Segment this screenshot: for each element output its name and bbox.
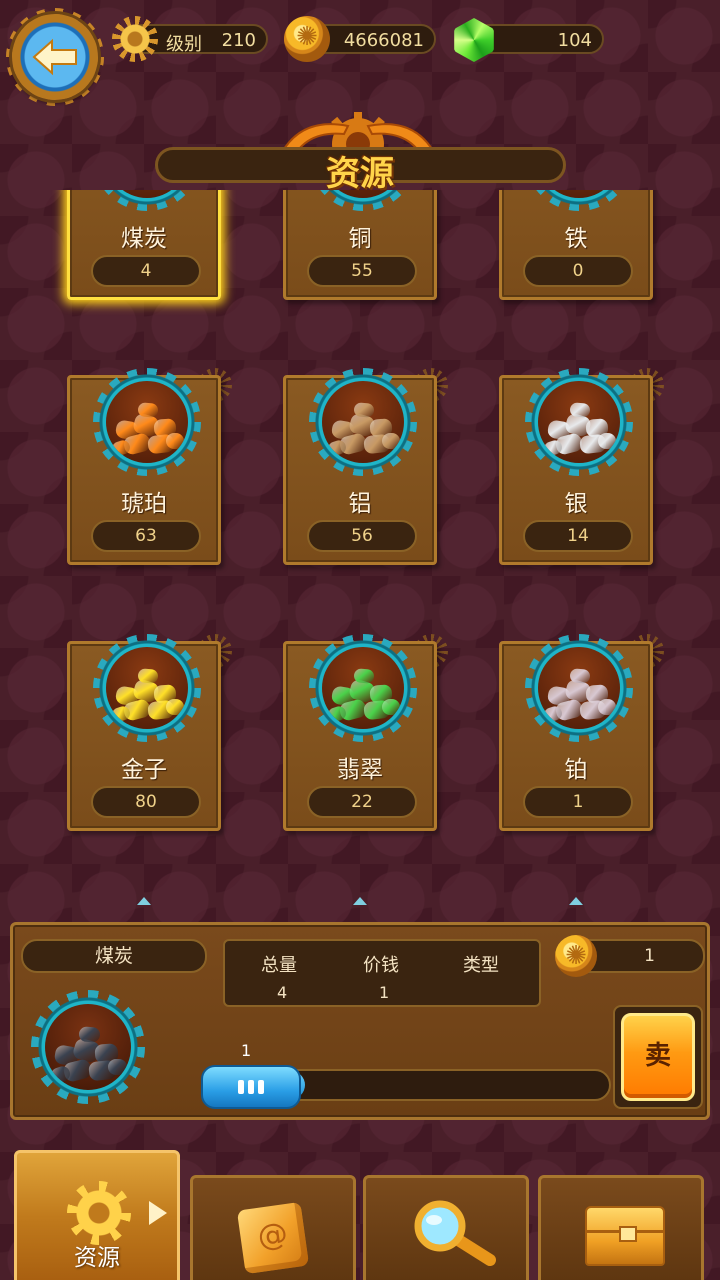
scroll-indicator-icon: [353, 897, 367, 907]
resource-name: 铁: [564, 226, 588, 252]
resource-name: 铂: [564, 757, 588, 783]
tab-crafting[interactable]: [190, 1175, 356, 1280]
resource-ore-icon: [93, 634, 201, 742]
resource-card[interactable]: 铜 55: [283, 190, 437, 300]
resource-name: 铜: [348, 226, 372, 252]
resource-count: 56: [307, 520, 417, 552]
level-gear-icon: [112, 16, 158, 62]
resource-name: 煤炭: [121, 226, 167, 252]
resource-detail-panel: 煤炭 总量 价钱 类型 4 1 1 1 卖: [10, 922, 710, 1120]
sell-button[interactable]: 卖: [621, 1013, 695, 1101]
back-button[interactable]: [6, 8, 104, 106]
resource-count: 14: [523, 520, 633, 552]
cube-icon: [236, 1201, 310, 1275]
sell-button-frame: 卖: [613, 1005, 703, 1109]
type-header: 类型: [463, 955, 499, 976]
coin-icon: [555, 935, 597, 977]
level-display: 级别 210: [112, 16, 268, 62]
resource-count: 1: [523, 786, 633, 818]
total-header: 总量: [261, 955, 297, 976]
total-value: 4: [277, 983, 288, 1002]
resource-card[interactable]: 银 14: [499, 368, 664, 565]
tab-resources-label: 资源: [74, 1245, 120, 1271]
resource-count: 55: [307, 255, 417, 287]
price-header: 价钱: [363, 955, 399, 976]
resource-card[interactable]: 铂1: [499, 634, 664, 831]
scroll-indicator-icon: [137, 897, 151, 907]
resource-count: 63: [91, 520, 201, 552]
resource-ore-icon: [309, 634, 417, 742]
resource-card[interactable]: 铁0: [499, 190, 653, 300]
coin-display: 4666081: [284, 16, 436, 62]
resource-name: 琥珀: [121, 491, 167, 517]
gear-decoration-icon: [198, 634, 232, 668]
sell-price-display: 1: [555, 935, 705, 977]
sell-quantity-label: 1: [241, 1041, 252, 1060]
gear-decoration-icon: [414, 368, 448, 402]
resource-name: 银: [564, 491, 588, 517]
resource-ore-icon: [93, 368, 201, 476]
quantity-slider[interactable]: [201, 1065, 611, 1109]
resource-name: 翡翠: [337, 757, 383, 783]
resource-card[interactable]: 翡翠 22: [283, 634, 448, 831]
resource-name: 铝: [348, 491, 372, 517]
tab-search[interactable]: [363, 1175, 529, 1280]
selected-resource-image: [31, 990, 145, 1104]
resource-count: 0: [523, 255, 633, 287]
chest-icon: [585, 1206, 665, 1266]
tab-chest[interactable]: [538, 1175, 704, 1280]
price-value: 1: [379, 983, 390, 1002]
resource-card[interactable]: 琥珀 63: [67, 368, 232, 565]
resource-info-box: 总量 价钱 类型 4 1: [223, 939, 541, 1007]
resource-grid[interactable]: 煤炭 4 铜 55 铁 0 琥珀 63 铝 56 银 14 金子 80 翡翠 22 铂 1: [0, 190, 720, 905]
resource-card[interactable]: 金子 80: [67, 634, 232, 831]
scroll-indicator-icon: [569, 897, 583, 907]
resource-count: 4: [91, 255, 201, 287]
resource-card[interactable]: 铝 56: [283, 368, 448, 565]
resource-count: 22: [307, 786, 417, 818]
gem-icon: [454, 18, 494, 62]
gear-decoration-icon: [414, 634, 448, 668]
resource-ore-icon: [525, 634, 633, 742]
back-arrow-icon: [32, 38, 77, 76]
level-value: 210: [221, 30, 256, 51]
level-label: 级别: [166, 34, 202, 55]
selected-resource-name: 煤炭: [21, 939, 207, 973]
page-title: 资源: [326, 154, 394, 194]
resource-name: 金子: [121, 757, 167, 783]
gear-icon: [67, 1181, 131, 1245]
gem-display: 104: [454, 18, 604, 62]
play-arrow-icon: [149, 1201, 167, 1225]
coin-icon: [284, 16, 330, 62]
resource-card[interactable]: 煤炭 4: [67, 190, 221, 300]
slider-handle[interactable]: [201, 1065, 301, 1109]
magnifying-glass-icon: [414, 1200, 496, 1266]
resource-ore-icon: [309, 368, 417, 476]
resource-count: 80: [91, 786, 201, 818]
sell-price-value: 1: [644, 946, 655, 966]
coin-value: 4666081: [343, 30, 424, 51]
gear-decoration-icon: [198, 368, 232, 402]
resource-ore-icon: [525, 368, 633, 476]
gear-decoration-icon: [630, 368, 664, 402]
gear-decoration-icon: [630, 634, 664, 668]
gem-value: 104: [557, 30, 592, 51]
tab-resources[interactable]: 资源: [14, 1150, 180, 1280]
